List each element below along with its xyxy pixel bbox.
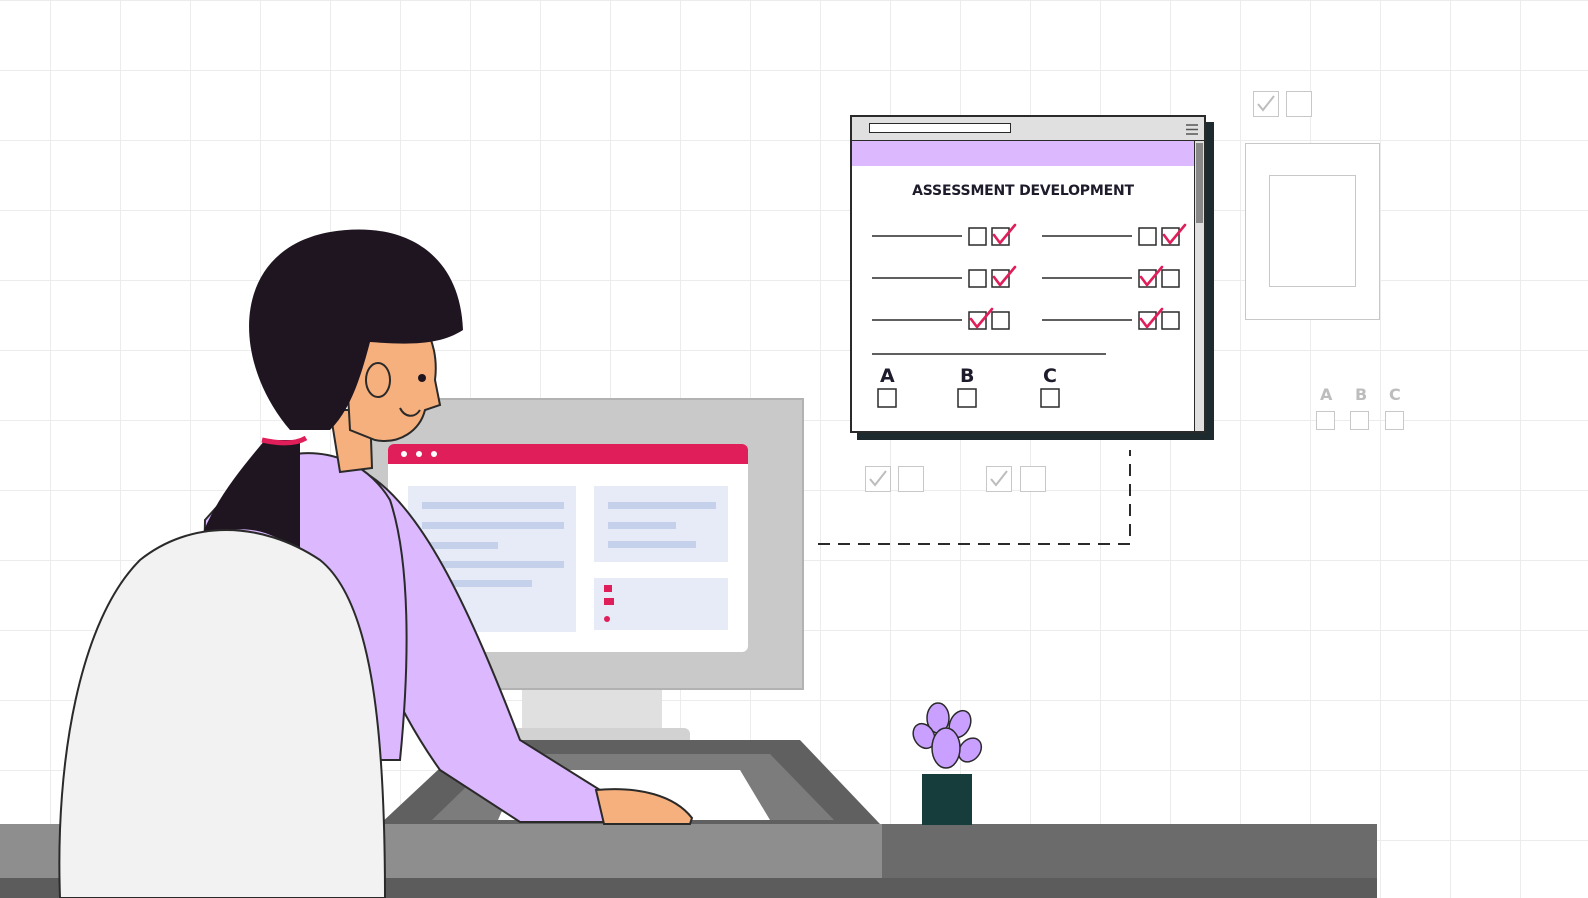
woman-at-desk	[58, 229, 694, 898]
illustration-stage: A B C ASSESSMENT DEVELOPMENT A B C	[0, 0, 1588, 898]
